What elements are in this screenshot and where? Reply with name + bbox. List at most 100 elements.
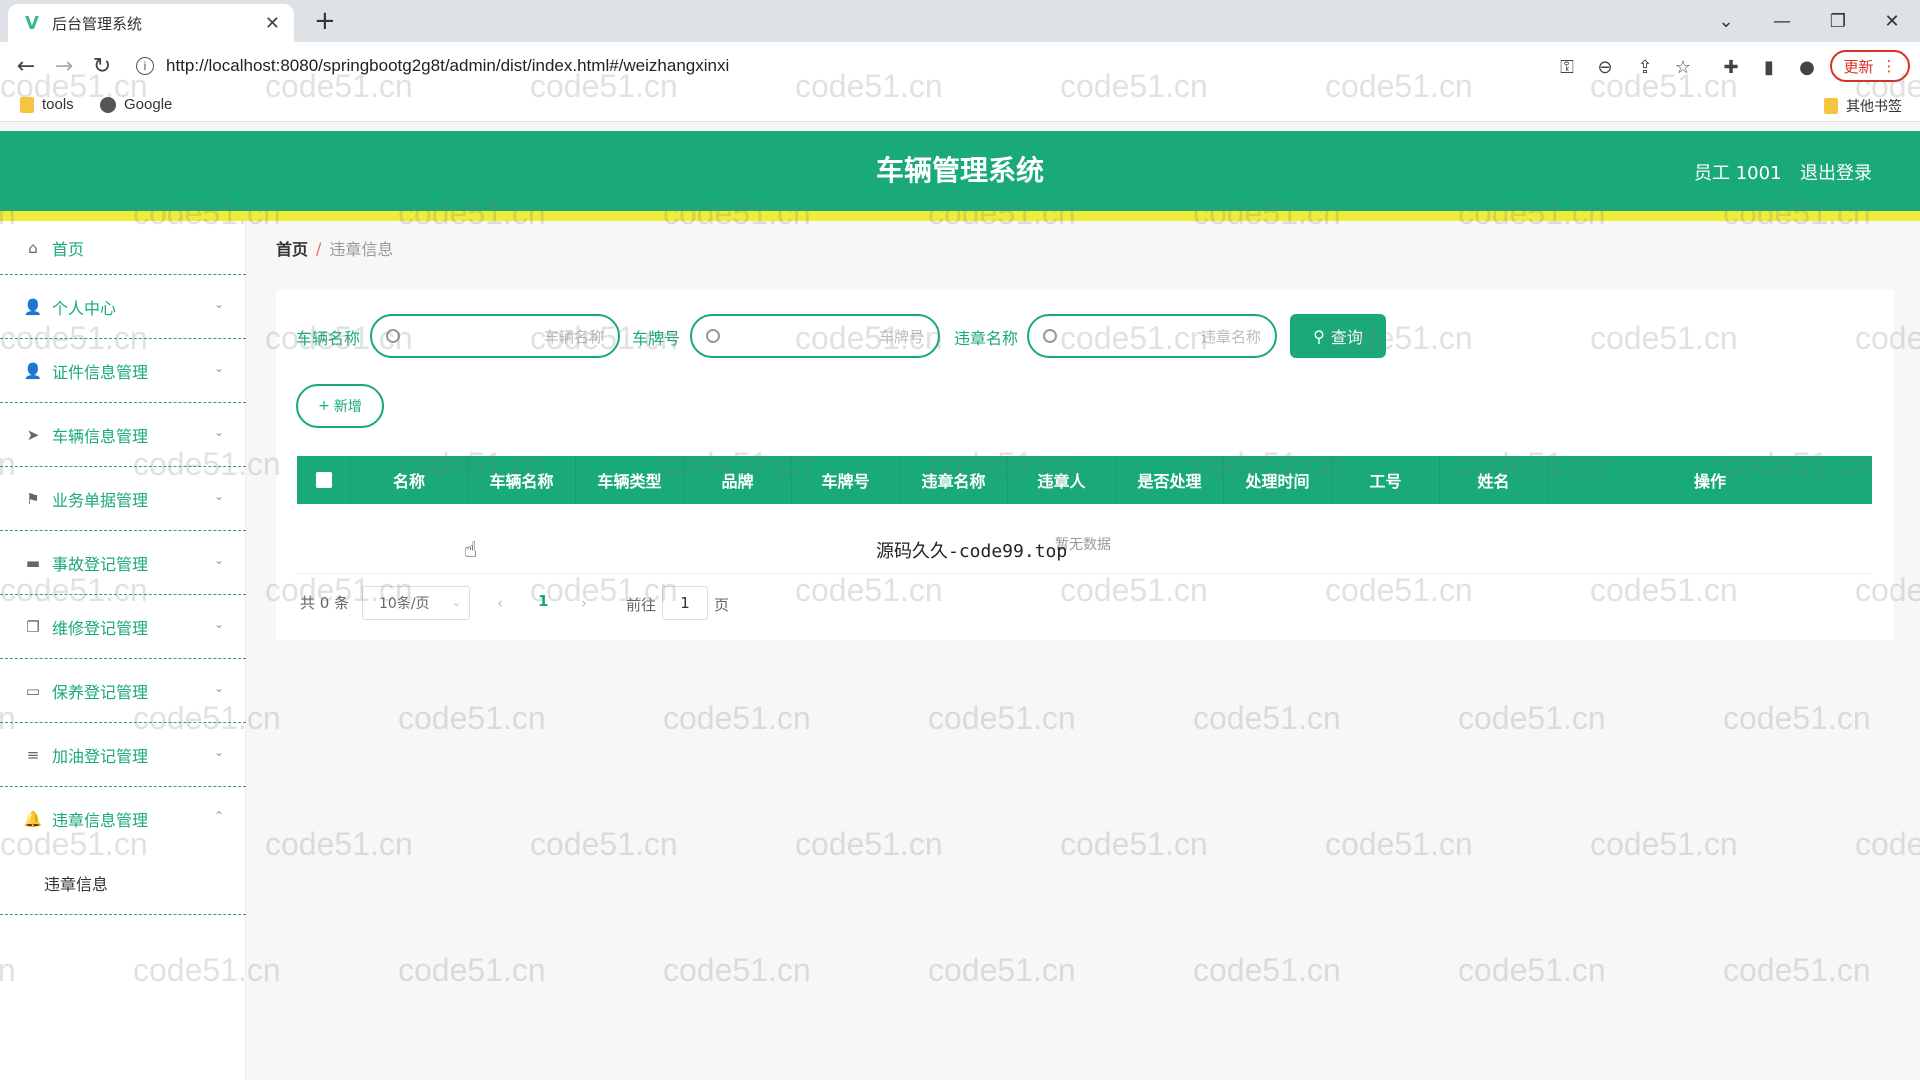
sidebar-item-home[interactable]: ⌂ 首页: [0, 221, 246, 275]
watermark-text: code51.cn: [663, 952, 811, 988]
hand-cursor-icon: ☝: [464, 538, 478, 563]
page-size-value: 10条/页: [379, 596, 430, 612]
chevron-down-icon: ⌄: [213, 361, 224, 375]
total-count: 共 0 条: [300, 594, 350, 612]
minimize-button[interactable]: —: [1760, 4, 1804, 38]
share-icon[interactable]: ⇪: [1632, 54, 1658, 80]
search-icon: [706, 329, 720, 343]
watermark-text: code51.cn: [795, 826, 943, 862]
new-tab-button[interactable]: +: [314, 6, 336, 36]
comment-icon: ▭: [25, 681, 41, 700]
col-violation-name: 违章名称: [900, 456, 1008, 504]
add-button[interactable]: + 新增: [296, 384, 384, 428]
vehicle-name-label: 车辆名称: [296, 329, 361, 348]
watermark-text: code51.cn: [928, 700, 1076, 736]
watermark-text: code51.cn: [265, 826, 413, 862]
forward-icon[interactable]: →: [50, 52, 78, 80]
bookmark-google[interactable]: Google: [100, 96, 172, 113]
table-body: 暂无数据: [297, 504, 1872, 574]
sidebar-item-label: 加油登记管理: [52, 746, 149, 766]
sidebar-item-vehicles[interactable]: ➤ 车辆信息管理 ⌄: [0, 403, 246, 467]
logout-link[interactable]: 退出登录: [1800, 159, 1872, 185]
chevron-down-icon: ⌄: [213, 297, 224, 311]
sidebar-item-label: 首页: [52, 239, 85, 259]
close-window-button[interactable]: ✕: [1870, 4, 1914, 38]
vue-logo-icon: V: [25, 12, 39, 34]
update-button[interactable]: 更新 ⋮: [1830, 50, 1910, 82]
sidebar-item-certificates[interactable]: 👤 证件信息管理 ⌄: [0, 339, 246, 403]
back-icon[interactable]: ←: [12, 52, 40, 80]
sidebar-item-label: 业务单据管理: [52, 490, 149, 510]
sidebar: ⌂ 首页 👤 个人中心 ⌄ 👤 证件信息管理 ⌄ ➤ 车辆信息管理 ⌄ ⚑ 业务…: [0, 221, 246, 1080]
sidebar-item-documents[interactable]: ⚑ 业务单据管理 ⌄: [0, 467, 246, 531]
table-header: 名称 车辆名称 车辆类型 品牌 车牌号 违章名称 违章人 是否处理 处理时间 工…: [297, 456, 1872, 504]
watermark-text: code51.cn: [398, 952, 546, 988]
col-plate: 车牌号: [792, 456, 900, 504]
sidebar-item-label: 事故登记管理: [52, 554, 149, 574]
chevron-down-icon: ⌄: [213, 617, 224, 631]
url-field[interactable]: i http://localhost:8080/springbootg2g8t/…: [136, 50, 1536, 82]
bookmark-label: Google: [124, 96, 173, 113]
sidebar-item-personal[interactable]: 👤 个人中心 ⌄: [0, 275, 246, 339]
zoom-out-icon[interactable]: ⊖: [1592, 54, 1618, 80]
flag-icon: ⚑: [26, 489, 40, 508]
vehicle-name-input[interactable]: 车辆名称: [370, 314, 620, 358]
violation-table: 名称 车辆名称 车辆类型 品牌 车牌号 违章名称 违章人 是否处理 处理时间 工…: [297, 456, 1872, 574]
sidebar-item-label: 违章信息管理: [52, 811, 149, 830]
browser-tab[interactable]: V 后台管理系统 ✕: [8, 4, 294, 42]
home-icon: ⌂: [28, 238, 38, 257]
user-icon: 👤: [23, 361, 43, 380]
watermark-text: code51.cn: [1458, 952, 1606, 988]
extensions-icon[interactable]: ✚: [1718, 54, 1744, 80]
breadcrumb-home[interactable]: 首页: [276, 236, 308, 260]
star-icon[interactable]: ☆: [1670, 54, 1696, 80]
col-vehicle-type: 车辆类型: [576, 456, 684, 504]
sidebar-subitem-violation-info[interactable]: 违章信息: [0, 851, 246, 915]
page-size-select[interactable]: 10条/页 ⌄: [362, 586, 470, 620]
key-icon[interactable]: ⚿: [1554, 54, 1580, 80]
other-bookmarks[interactable]: 其他书签: [1824, 96, 1902, 116]
sidebar-item-label: 维修登记管理: [52, 618, 149, 638]
vehicle-name-placeholder: 车辆名称: [543, 327, 604, 346]
goto-page-input[interactable]: 1: [662, 586, 708, 620]
sidebar-item-violations[interactable]: 🔔 违章信息管理 ⌃: [0, 787, 246, 851]
chevron-down-icon: ⌄: [213, 681, 224, 695]
prev-page-button[interactable]: ‹: [497, 594, 503, 612]
sidebar-item-maintenance[interactable]: ▭ 保养登记管理 ⌄: [0, 659, 246, 723]
chevron-down-icon: ⌄: [213, 745, 224, 759]
header-strip: [0, 211, 1920, 221]
plate-input[interactable]: 车牌号: [690, 314, 940, 358]
close-tab-icon[interactable]: ✕: [265, 13, 280, 34]
query-button[interactable]: ⚲ 查询: [1290, 314, 1386, 358]
sidebar-item-fuel[interactable]: ≡ 加油登记管理 ⌄: [0, 723, 246, 787]
watermark-text: code51.cn: [928, 952, 1076, 988]
select-all-checkbox[interactable]: [297, 456, 351, 504]
sidebar-subitem-label: 违章信息: [44, 874, 109, 894]
bookmark-tools[interactable]: tools: [20, 96, 74, 113]
sidebar-item-label: 证件信息管理: [52, 362, 149, 382]
restore-button[interactable]: ❐: [1816, 4, 1860, 38]
chevron-down-icon: ⌄: [451, 596, 461, 609]
reload-icon[interactable]: ↻: [88, 52, 116, 80]
sidebar-item-repairs[interactable]: ❐ 维修登记管理 ⌄: [0, 595, 246, 659]
col-staff-no: 工号: [1332, 456, 1440, 504]
bookmark-label: tools: [42, 96, 74, 113]
col-brand: 品牌: [684, 456, 792, 504]
sidebar-item-accidents[interactable]: ▬ 事故登记管理 ⌄: [0, 531, 246, 595]
violation-label: 违章名称: [954, 329, 1019, 348]
violation-input[interactable]: 违章名称: [1027, 314, 1277, 358]
info-icon[interactable]: i: [136, 57, 154, 75]
page-number[interactable]: 1: [538, 592, 548, 610]
sidepanel-icon[interactable]: ▮: [1756, 54, 1782, 80]
sidebar-item-label: 车辆信息管理: [52, 426, 149, 446]
tab-search-icon[interactable]: ⌄: [1704, 4, 1748, 38]
bell-icon: 🔔: [23, 810, 43, 828]
breadcrumb-current: 违章信息: [329, 240, 394, 259]
update-label: 更新: [1843, 57, 1874, 76]
folder-icon: [20, 96, 34, 113]
watermark-text: code51.cn: [1060, 826, 1208, 862]
address-bar: ← → ↻ i http://localhost:8080/springboot…: [0, 42, 1920, 90]
watermark-text: code51.cn: [1723, 952, 1871, 988]
profile-icon[interactable]: ●: [1794, 54, 1820, 80]
next-page-button[interactable]: ›: [581, 594, 587, 612]
